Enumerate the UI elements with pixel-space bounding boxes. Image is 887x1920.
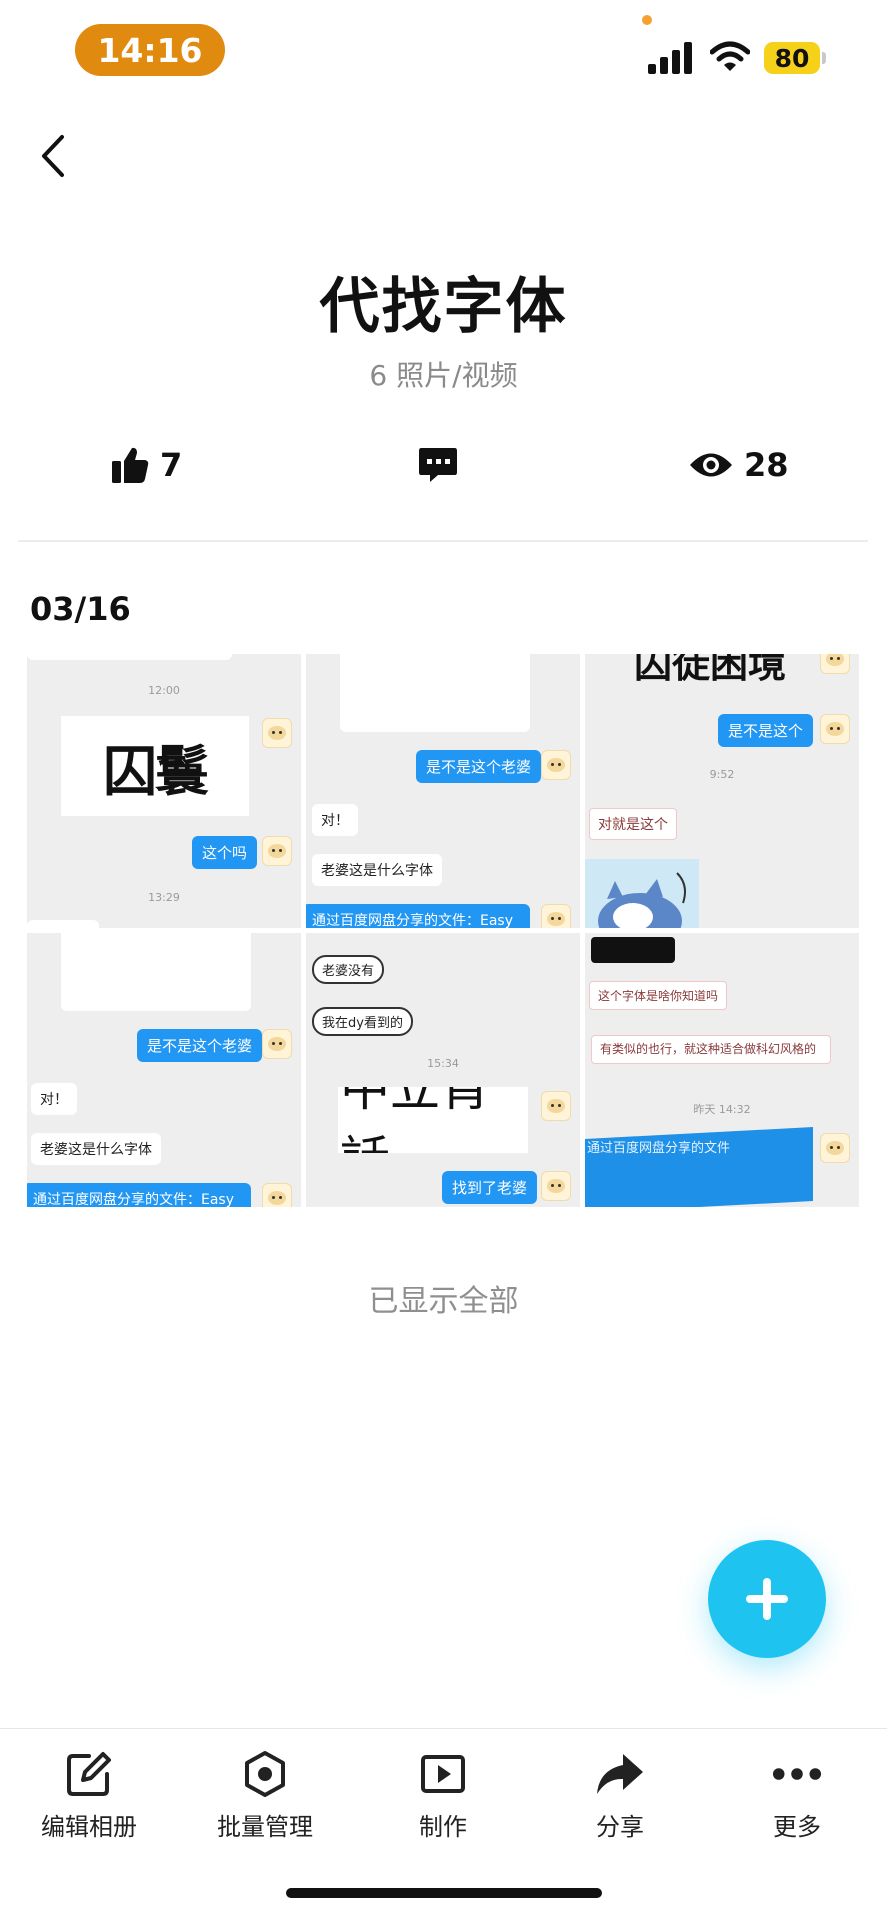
status-bar: 14:16 80	[0, 0, 887, 100]
photo-thumbnail-3[interactable]: 囚徒困境 是不是这个 9:52 对就是这个	[585, 654, 859, 928]
avatar	[541, 904, 571, 928]
chat-bubble: 是不是这个老婆	[137, 1029, 263, 1062]
chat-bubble: 对！	[31, 1083, 77, 1115]
play-icon	[421, 1755, 465, 1793]
wifi-icon	[710, 41, 750, 71]
section-date: 03/16	[30, 590, 131, 628]
view-count: 28	[744, 446, 789, 484]
add-photo-button[interactable]	[708, 1540, 826, 1658]
avatar	[541, 1171, 571, 1201]
chat-bubble: 通过百度网盘分享的文件	[587, 1141, 731, 1156]
comment-button[interactable]	[418, 440, 458, 490]
cellular-signal-icon	[648, 42, 692, 74]
avatar	[262, 718, 292, 748]
avatar	[541, 1091, 571, 1121]
font-sample-image: 囚鬟	[61, 716, 249, 816]
album-title: 代找字体	[319, 272, 568, 342]
chat-bubble: 老婆没有	[312, 955, 385, 984]
font-sample-image: 囚徒困境	[615, 654, 805, 688]
photo-thumbnail-4[interactable]: 是不是这个老婆 对！ 老婆这是什么字体 通过百度网盘分享的文件：Easy	[27, 933, 301, 1207]
chat-timestamp: 12:00	[148, 684, 180, 697]
chat-bubble: 有类似的也行，就这种适合做科幻风格的	[591, 1035, 831, 1064]
more-label: 更多	[773, 1813, 821, 1841]
divider	[18, 540, 868, 542]
status-time: 14:16	[75, 24, 225, 76]
chat-bubble: 对就是这个	[589, 808, 677, 840]
make-label: 制作	[419, 1813, 467, 1841]
edit-album-label: 编辑相册	[41, 1813, 137, 1841]
photo-thumbnail-5[interactable]: 老婆没有 我在dy看到的 15:34 中立宵話 找到了老婆	[306, 933, 580, 1207]
avatar	[820, 714, 850, 744]
avatar	[262, 1029, 292, 1059]
cat-sticker-image	[585, 859, 699, 928]
share-icon	[597, 1754, 643, 1794]
chat-bubble: 是不是这个老婆	[416, 750, 542, 783]
avatar	[820, 654, 850, 674]
plus-icon	[746, 1578, 788, 1620]
chat-bubble: 老婆这是什么字体	[312, 854, 442, 886]
photo-grid: 12:00 囚鬟 这个吗 13:29 是不是这个老婆 对！ 老婆这是什么字体 通…	[27, 654, 860, 1210]
photo-thumbnail-6[interactable]: 这个字体是啥你知道吗 有类似的也行，就这种适合做科幻风格的 昨天 14:32 通…	[585, 933, 859, 1207]
battery-icon: 80	[764, 42, 826, 74]
chat-bubble: 老婆这是什么字体	[31, 1133, 161, 1165]
chat-timestamp: 13:29	[148, 891, 180, 904]
chat-bubble: 通过百度网盘分享的文件：Easy	[306, 904, 530, 928]
edit-icon	[67, 1752, 111, 1796]
chat-bubble: 是不是这个	[718, 714, 814, 747]
batch-icon	[245, 1751, 285, 1797]
chat-timestamp: 昨天 14:32	[693, 1103, 751, 1116]
chat-bubble: 通过百度网盘分享的文件：Easy	[27, 1183, 251, 1207]
chat-bubble: 我在dy看到的	[312, 1007, 413, 1036]
chat-bubble: 找到了老婆	[442, 1171, 538, 1204]
font-sample-image: 中立宵話	[338, 1087, 528, 1153]
back-icon	[42, 135, 64, 177]
views-indicator: 28	[688, 440, 789, 490]
like-button[interactable]: 7	[110, 440, 182, 490]
end-of-list-label: 已显示全部	[368, 1284, 519, 1319]
photo-thumbnail-2[interactable]: 是不是这个老婆 对！ 老婆这是什么字体 通过百度网盘分享的文件：Easy	[306, 654, 580, 928]
avatar	[262, 1183, 292, 1207]
eye-icon	[690, 453, 732, 477]
privacy-indicator-dot	[642, 15, 652, 25]
batch-manage-label: 批量管理	[217, 1813, 313, 1841]
photo-thumbnail-1[interactable]: 12:00 囚鬟 这个吗 13:29	[27, 654, 301, 928]
thumbs-up-icon	[112, 447, 149, 483]
avatar	[262, 836, 292, 866]
stats-row: 7 28	[0, 440, 887, 490]
share-label: 分享	[596, 1813, 644, 1841]
more-icon	[772, 1768, 822, 1780]
batch-manage-button[interactable]: 批量管理	[190, 1749, 340, 1842]
avatar	[820, 1133, 850, 1163]
make-button[interactable]: 制作	[368, 1749, 518, 1842]
like-count: 7	[160, 446, 183, 484]
share-button[interactable]: 分享	[545, 1749, 695, 1842]
chat-bubble: 对！	[312, 804, 358, 836]
comment-icon	[419, 448, 457, 482]
chat-timestamp: 9:52	[709, 768, 735, 781]
chat-bubble: 这个字体是啥你知道吗	[589, 981, 728, 1010]
more-button[interactable]: 更多	[722, 1749, 872, 1842]
chat-bubble: 这个吗	[192, 836, 258, 869]
back-button[interactable]	[30, 128, 74, 184]
battery-level: 80	[764, 42, 820, 74]
chat-timestamp: 15:34	[427, 1057, 459, 1070]
home-indicator[interactable]	[286, 1888, 602, 1898]
edit-album-button[interactable]: 编辑相册	[14, 1749, 164, 1842]
screenshot-thumbnail	[591, 937, 675, 963]
avatar	[541, 750, 571, 780]
album-count: 6 照片/视频	[369, 359, 518, 392]
